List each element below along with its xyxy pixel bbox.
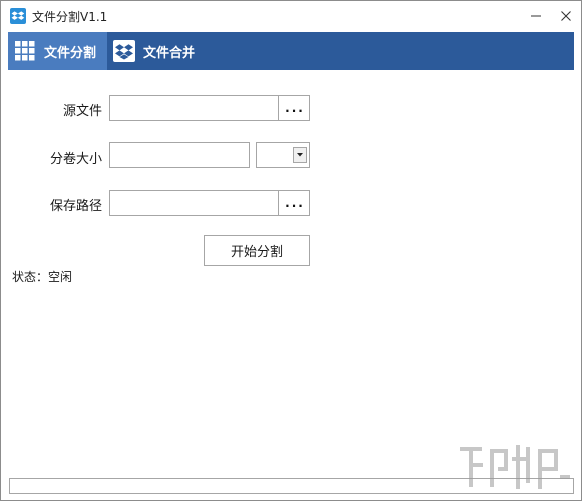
chevron-down-icon[interactable] [293, 147, 307, 163]
grid-icon [14, 40, 36, 62]
start-split-button[interactable]: 开始分割 [204, 235, 310, 266]
title-bar: 文件分割V1.1 [1, 1, 581, 31]
nav-bar: 文件分割 文件合并 [8, 32, 574, 70]
source-file-label: 源文件 [62, 104, 102, 119]
dropbox-icon [113, 40, 135, 62]
tab-file-split-label: 文件分割 [44, 45, 97, 61]
close-icon [561, 11, 571, 21]
save-path-label: 保存路径 [49, 199, 102, 214]
close-button[interactable] [549, 1, 582, 31]
tab-file-split[interactable]: 文件分割 [8, 32, 107, 70]
status-text: 状态：空闲 [12, 270, 73, 284]
app-window: 文件分割V1.1 文件分割 文件合并 源文件 ... 分卷大小 保存路径 ...… [0, 0, 582, 501]
tab-file-merge-label: 文件合并 [143, 45, 196, 61]
watermark-logo [460, 445, 570, 489]
save-browse-button[interactable]: ... [278, 190, 310, 216]
minimize-button[interactable] [519, 1, 553, 31]
minimize-icon [531, 15, 541, 17]
volume-size-input[interactable] [109, 142, 250, 168]
source-browse-button[interactable]: ... [278, 95, 310, 121]
size-unit-select[interactable] [256, 142, 310, 168]
volume-size-label: 分卷大小 [49, 152, 102, 167]
tab-file-merge[interactable]: 文件合并 [107, 32, 217, 70]
source-file-input[interactable] [109, 95, 279, 121]
save-path-input[interactable] [109, 190, 279, 216]
window-title: 文件分割V1.1 [32, 10, 108, 24]
dropbox-icon [10, 8, 26, 24]
